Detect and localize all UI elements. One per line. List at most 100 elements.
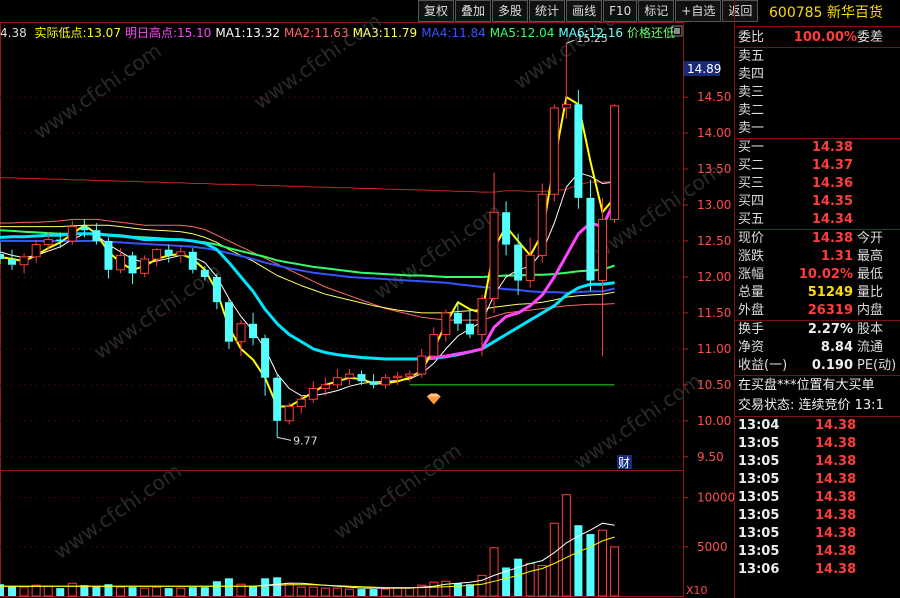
candle: [598, 197, 607, 357]
sell-level-2: 卖二: [735, 102, 900, 120]
row-label: 涨跌: [738, 249, 765, 264]
mark-button[interactable]: 标记: [638, 0, 675, 22]
multi-stock-button[interactable]: 多股: [492, 0, 529, 22]
kline-chart[interactable]: www.cfchi.com www.cfchi.com www.cfchi.com w…: [0, 0, 734, 598]
trade-time: 13:05: [738, 490, 780, 505]
volume-tick-label: 10000: [697, 491, 734, 505]
row-right-label: 内盘: [857, 303, 884, 318]
legend-item-2: MA1:13.32: [215, 26, 280, 40]
candle-body: [128, 255, 137, 274]
f10-button[interactable]: F10: [603, 0, 638, 22]
price-tick-label: 10.50: [697, 378, 731, 392]
restore-rights-button[interactable]: 复权: [418, 0, 455, 22]
candle: [369, 374, 378, 389]
big-order-notice: 在买盘***位置有大买单: [738, 378, 875, 393]
sell-level-3: 卖三: [735, 84, 900, 102]
candle-body: [212, 276, 221, 303]
trade-row: 13:06 14.38: [735, 561, 900, 579]
series-line-MA4: [0, 240, 615, 294]
trade-price: 14.38: [815, 562, 857, 577]
volume-bar: [116, 586, 125, 597]
candle-body: [453, 312, 462, 324]
volume-bar: [441, 580, 451, 597]
candle: [525, 237, 535, 288]
watermark-text: www.cfchi.com: [329, 438, 466, 544]
candle-body: [80, 226, 89, 231]
candle-body: [92, 230, 101, 242]
volume-bar: [296, 586, 306, 597]
row-label: 外盘: [738, 303, 765, 318]
trade-time: 13:05: [738, 436, 780, 451]
price-tick-label: 11.00: [697, 342, 731, 356]
trade-time: 13:06: [738, 562, 780, 577]
candle: [249, 312, 258, 346]
volume-bar: [152, 586, 162, 597]
candle-body: [0, 253, 4, 259]
legend-value: 15.10: [177, 26, 212, 40]
series-line-MA1: [0, 172, 615, 397]
volume-bar: [67, 582, 77, 597]
candle-body: [561, 103, 571, 109]
candle: [19, 253, 29, 274]
candle-body: [116, 254, 125, 271]
candle: [502, 201, 511, 256]
weibi-row: 委比 100.00% 委差: [735, 29, 900, 47]
sell-orderbook: 卖五 卖四 卖三 卖二 卖一: [735, 48, 900, 138]
volume-bar: [610, 546, 620, 597]
indicator-legend: 4.38 实际低点:13.07 明日高点:15.10 MA1:13.32 MA2:11…: [0, 24, 679, 41]
volume-bar: [525, 563, 535, 597]
row-value: 0.190: [811, 358, 853, 373]
legend-value: 13.07: [86, 26, 121, 40]
candle: [381, 374, 391, 389]
stat2-row-2: 收益(一) 0.190 PE(动): [735, 357, 900, 375]
draw-line-button[interactable]: 画线: [566, 0, 603, 22]
candle: [212, 273, 221, 310]
trade-row: 13:05 14.38: [735, 507, 900, 525]
row-label: 现价: [738, 231, 765, 246]
legend-item-1: 明日高点:15.10: [125, 26, 211, 40]
candle-body: [332, 377, 342, 386]
overlay-button[interactable]: 叠加: [455, 0, 492, 22]
volume-unit-label: X10: [686, 584, 708, 597]
volume-bar: [320, 587, 330, 597]
candle-body: [549, 107, 559, 195]
volume-tick-label: 5000: [697, 540, 728, 554]
watermark-text: www.cfchi.com: [369, 198, 506, 304]
candle: [610, 104, 620, 224]
candle-body: [344, 373, 354, 379]
legend-item-0: 实际低点:13.07: [35, 26, 121, 40]
candle-body: [176, 251, 186, 256]
add-watchlist-button[interactable]: +自选: [675, 0, 722, 22]
candle: [549, 104, 559, 202]
legend-label: MA1:: [215, 26, 246, 40]
candle: [417, 348, 427, 378]
row-label: 卖五: [738, 49, 765, 64]
statistics-button[interactable]: 统计: [529, 0, 566, 22]
volume-bar: [8, 586, 17, 596]
candle-body: [441, 312, 451, 336]
volume-bar: [429, 581, 439, 597]
watermark: www.cfchi.com www.cfchi.com www.cfchi.com w…: [29, 0, 726, 564]
series-line-MA_red_slow: [0, 177, 615, 193]
candle: [224, 298, 233, 349]
volume-bar: [405, 587, 415, 597]
volume-bar: [393, 587, 403, 597]
row-label: 买四: [738, 194, 765, 209]
candle-body: [537, 193, 547, 256]
row-value: 2.27%: [807, 322, 853, 337]
candle: [164, 244, 173, 263]
volume-bar: [31, 584, 41, 597]
weibi-label: 委比: [738, 30, 765, 45]
price-tick-label: 14.00: [697, 126, 731, 140]
price-tick-label: 12.50: [697, 234, 731, 248]
series-line-实际低点: [0, 96, 616, 408]
candle-body: [502, 212, 511, 245]
volume-bar: [489, 547, 499, 597]
row-label: 收益(一): [738, 358, 788, 373]
candle-body: [417, 355, 427, 375]
row-right-label: 量比: [857, 285, 884, 300]
legend-item-6: MA5:12.04: [490, 26, 555, 40]
volume-bar: [453, 583, 462, 596]
candle-body: [598, 218, 607, 282]
volume-bar: [549, 522, 559, 597]
